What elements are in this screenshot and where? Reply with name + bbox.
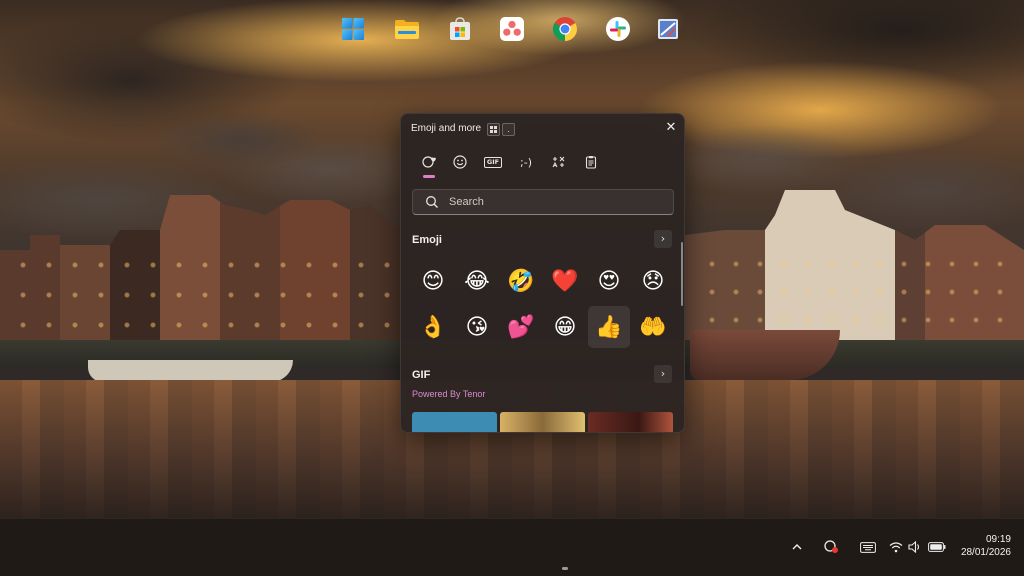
wallpaper-lights-right <box>700 250 1010 340</box>
volume-icon <box>908 541 920 553</box>
gif-thumbnail[interactable] <box>588 412 673 432</box>
snipping-tool-icon <box>658 19 678 39</box>
asana-icon <box>500 17 524 41</box>
emoji-section-title: Emoji <box>412 234 442 246</box>
panel-title: Emoji and more <box>411 123 482 134</box>
tray-volume[interactable] <box>908 537 922 557</box>
tab-clipboard[interactable] <box>579 150 603 174</box>
search-icon <box>426 196 438 208</box>
battery-icon <box>928 542 946 552</box>
taskbar-start-button[interactable] <box>336 12 370 46</box>
emoji-ok-hand[interactable]: 👌 <box>412 306 454 348</box>
gif-thumbnail[interactable] <box>412 412 497 432</box>
emoji-red-heart[interactable]: ❤️ <box>544 260 586 302</box>
gif-thumbnail[interactable] <box>500 412 585 432</box>
taskbar-clock[interactable]: 09:19 28/01/2026 <box>955 533 1011 559</box>
chrome-icon <box>552 17 577 41</box>
emoji-disappointed-face[interactable]: 😞 <box>632 260 674 302</box>
powered-by-tenor: Powered By Tenor <box>412 389 486 399</box>
keyboard-icon <box>860 541 876 553</box>
chrome-running-indicator <box>562 567 568 570</box>
emoji-face-blowing-a-kiss[interactable]: 😘 <box>456 306 498 348</box>
search-input[interactable] <box>449 194 659 210</box>
wallpaper-boat-left <box>88 360 293 382</box>
tray-screen-record[interactable] <box>822 537 840 557</box>
emoji-grid: 😊 😂 🤣 ❤️ 😍 😞 👌 😘 💕 😁 👍 🤲 <box>412 260 676 350</box>
store-icon <box>450 17 470 40</box>
emoji-rolling-on-the-floor-laughing[interactable]: 🤣 <box>500 260 542 302</box>
emoji-beaming-face[interactable]: 😁 <box>544 306 586 348</box>
emoji-thumbs-up[interactable]: 👍 <box>588 306 630 348</box>
folder-icon <box>395 20 419 39</box>
period-key-icon: . <box>502 123 515 136</box>
windows-start-icon <box>342 18 364 40</box>
slack-icon <box>606 17 630 41</box>
taskbar-asana[interactable] <box>495 12 529 46</box>
emoji-two-hearts[interactable]: 💕 <box>500 306 542 348</box>
smiley-icon <box>453 155 467 169</box>
gif-icon: GIF <box>483 156 503 168</box>
tab-emoji[interactable] <box>448 150 472 174</box>
emoji-palms-up-together[interactable]: 🤲 <box>632 306 674 348</box>
tab-kaomoji[interactable]: ;-) <box>514 150 538 174</box>
clipboard-icon <box>585 156 597 169</box>
tray-battery[interactable] <box>927 537 947 557</box>
taskbar-chrome[interactable] <box>548 12 582 46</box>
gif-section-more-button[interactable]: › <box>654 365 672 383</box>
clock-date: 28/01/2026 <box>960 547 1011 558</box>
taskbar-microsoft-store[interactable] <box>443 12 477 46</box>
panel-scrollbar[interactable] <box>681 242 683 306</box>
tray-wifi[interactable] <box>888 537 904 557</box>
clock-time: 09:19 <box>985 534 1011 545</box>
emoji-heart-eyes[interactable]: 😍 <box>588 260 630 302</box>
emoji-smiling-face[interactable]: 😊 <box>412 260 454 302</box>
kaomoji-icon: ;-) <box>520 155 532 169</box>
gif-section-title: GIF <box>412 369 431 381</box>
wifi-icon <box>889 542 903 553</box>
taskbar-snipping-tool[interactable] <box>651 12 685 46</box>
tab-recent[interactable] <box>417 150 441 178</box>
win-key-icon <box>487 123 500 136</box>
chevron-up-icon <box>792 544 802 550</box>
wallpaper-lights-left <box>10 250 390 340</box>
emoji-panel: Emoji and more . ✕ GIF ;-) Search Emoji … <box>400 113 685 433</box>
tray-touch-keyboard[interactable] <box>858 537 878 557</box>
tab-symbols[interactable] <box>547 150 571 174</box>
symbols-icon <box>552 156 565 168</box>
emoji-section-more-button[interactable]: › <box>654 230 672 248</box>
tab-gif[interactable]: GIF <box>481 150 505 174</box>
recent-heart-icon <box>422 156 436 168</box>
search-box[interactable] <box>412 189 674 215</box>
tray-overflow-button[interactable] <box>789 537 805 557</box>
screen-record-icon <box>824 540 838 553</box>
taskbar-file-explorer[interactable] <box>390 12 424 46</box>
taskbar-slack[interactable] <box>601 12 635 46</box>
emoji-face-with-tears-of-joy[interactable]: 😂 <box>456 260 498 302</box>
close-button[interactable]: ✕ <box>661 118 681 138</box>
